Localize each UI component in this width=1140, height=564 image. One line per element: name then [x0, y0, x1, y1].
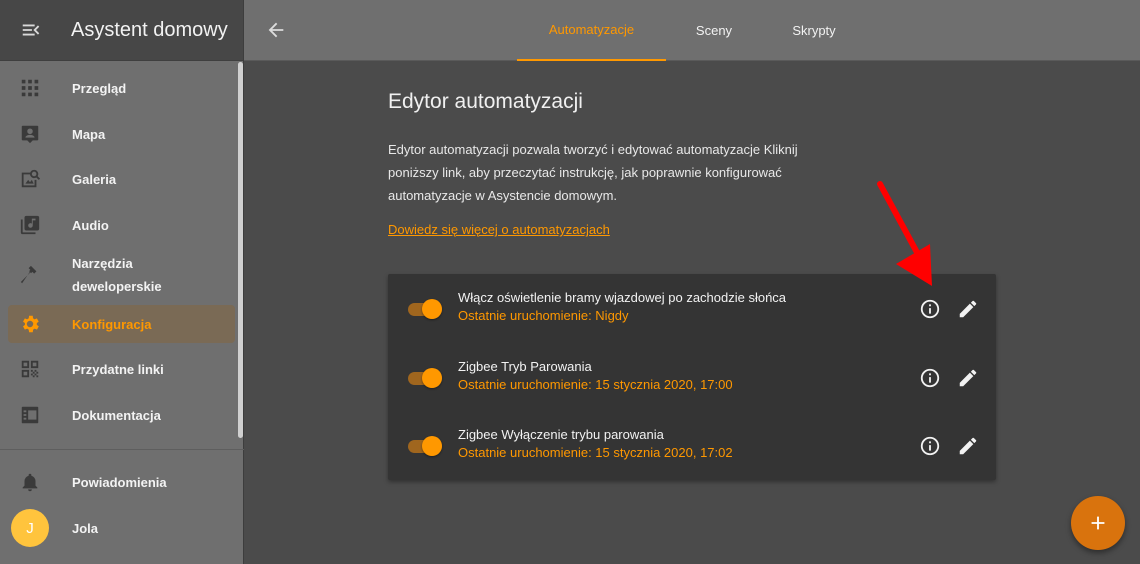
sidebar-item-user[interactable]: J Jola	[8, 509, 235, 547]
image-search-icon	[21, 169, 41, 188]
edit-button[interactable]	[957, 435, 979, 457]
sidebar: Asystent domowy Przegląd Mapa Galeria Au…	[0, 0, 244, 564]
automation-name: Włącz oświetlenie bramy wjazdowej po zac…	[458, 290, 787, 305]
toggle-knob	[422, 368, 442, 388]
edit-button[interactable]	[957, 367, 979, 389]
automation-last-run: Ostatnie uruchomienie: 15 stycznia 2020,…	[458, 445, 733, 460]
sidebar-item-label: Mapa	[72, 126, 106, 142]
info-icon	[920, 368, 940, 388]
automation-toggle[interactable]	[408, 298, 442, 320]
plus-icon	[1091, 516, 1105, 530]
gear-icon	[23, 315, 39, 333]
sidebar-item-label: Przydatne linki	[72, 361, 164, 377]
sidebar-item-notifications[interactable]: Powiadomienia	[8, 463, 235, 501]
sidebar-item-label: Narzędzia deweloperskie	[72, 256, 162, 294]
sidebar-item-map[interactable]: Mapa	[8, 115, 235, 153]
info-button[interactable]	[919, 435, 941, 457]
page-title: Edytor automatyzacji	[388, 90, 583, 113]
sidebar-item-label: Galeria	[72, 171, 117, 187]
menu-open-icon	[22, 24, 40, 36]
top-bar: Automatyzacje Sceny Skrypty	[244, 0, 1140, 61]
sidebar-item-label: Konfiguracja	[72, 316, 152, 332]
sidebar-item-overview[interactable]: Przegląd	[8, 69, 235, 107]
sidebar-item-label: Przegląd	[72, 80, 127, 96]
automations-card: Włącz oświetlenie bramy wjazdowej po zac…	[388, 274, 996, 480]
automation-row: Zigbee Wyłączenie trybu parowania Ostatn…	[388, 426, 996, 466]
pencil-icon	[959, 300, 977, 318]
automation-last-run: Ostatnie uruchomienie: Nigdy	[458, 308, 629, 323]
menu-toggle-button[interactable]	[0, 0, 62, 61]
automation-toggle[interactable]	[408, 435, 442, 457]
info-button[interactable]	[919, 298, 941, 320]
hammer-icon	[20, 265, 37, 284]
tab-scripts[interactable]: Skrypty	[762, 0, 866, 61]
intro-text: Edytor automatyzacji pozwala tworzyć i e…	[388, 142, 798, 203]
back-button[interactable]	[262, 16, 290, 44]
automation-last-run: Ostatnie uruchomienie: 15 stycznia 2020,…	[458, 377, 733, 392]
sidebar-item-gallery[interactable]: Galeria	[8, 160, 235, 198]
qr-code-icon	[21, 360, 39, 378]
sidebar-item-configuration[interactable]: Konfiguracja	[8, 305, 235, 343]
avatar: J	[11, 509, 49, 547]
add-automation-button[interactable]	[1071, 496, 1125, 550]
automation-toggle[interactable]	[408, 367, 442, 389]
automation-name: Zigbee Tryb Parowania	[458, 359, 592, 374]
sidebar-item-useful-links[interactable]: Przydatne linki	[8, 350, 235, 388]
pencil-icon	[959, 437, 977, 455]
tab-automations[interactable]: Automatyzacje	[517, 0, 666, 61]
tab-scenes[interactable]: Sceny	[666, 0, 762, 61]
sidebar-item-label: Dokumentacja	[72, 407, 161, 423]
edit-button[interactable]	[957, 298, 979, 320]
info-icon	[920, 436, 940, 456]
bell-icon	[22, 473, 38, 492]
sidebar-item-label: Powiadomienia	[72, 474, 167, 490]
newspaper-icon	[21, 406, 39, 424]
automation-row: Włącz oświetlenie bramy wjazdowej po zac…	[388, 289, 996, 329]
sidebar-scrollbar[interactable]	[238, 62, 243, 438]
map-account-icon	[21, 125, 39, 144]
music-box-icon	[20, 215, 40, 235]
app-title: Asystent domowy	[71, 18, 228, 41]
automation-name: Zigbee Wyłączenie trybu parowania	[458, 427, 664, 442]
info-icon	[920, 299, 940, 319]
grid-icon	[21, 79, 39, 97]
info-button[interactable]	[919, 367, 941, 389]
sidebar-divider	[0, 449, 244, 450]
user-name: Jola	[72, 520, 99, 536]
sidebar-item-developer-tools[interactable]: Narzędzia deweloperskie	[8, 250, 235, 300]
toggle-knob	[422, 299, 442, 319]
sidebar-item-label: Audio	[72, 217, 109, 233]
sidebar-item-documentation[interactable]: Dokumentacja	[8, 396, 235, 434]
sidebar-item-audio[interactable]: Audio	[8, 206, 235, 244]
pencil-icon	[959, 369, 977, 387]
automation-row: Zigbee Tryb Parowania Ostatnie uruchomie…	[388, 358, 996, 398]
toggle-knob	[422, 436, 442, 456]
sidebar-header: Asystent domowy	[0, 0, 243, 61]
learn-more-link[interactable]: Dowiedz się więcej o automatyzacjach	[388, 222, 610, 237]
arrow-left-icon	[268, 22, 284, 38]
